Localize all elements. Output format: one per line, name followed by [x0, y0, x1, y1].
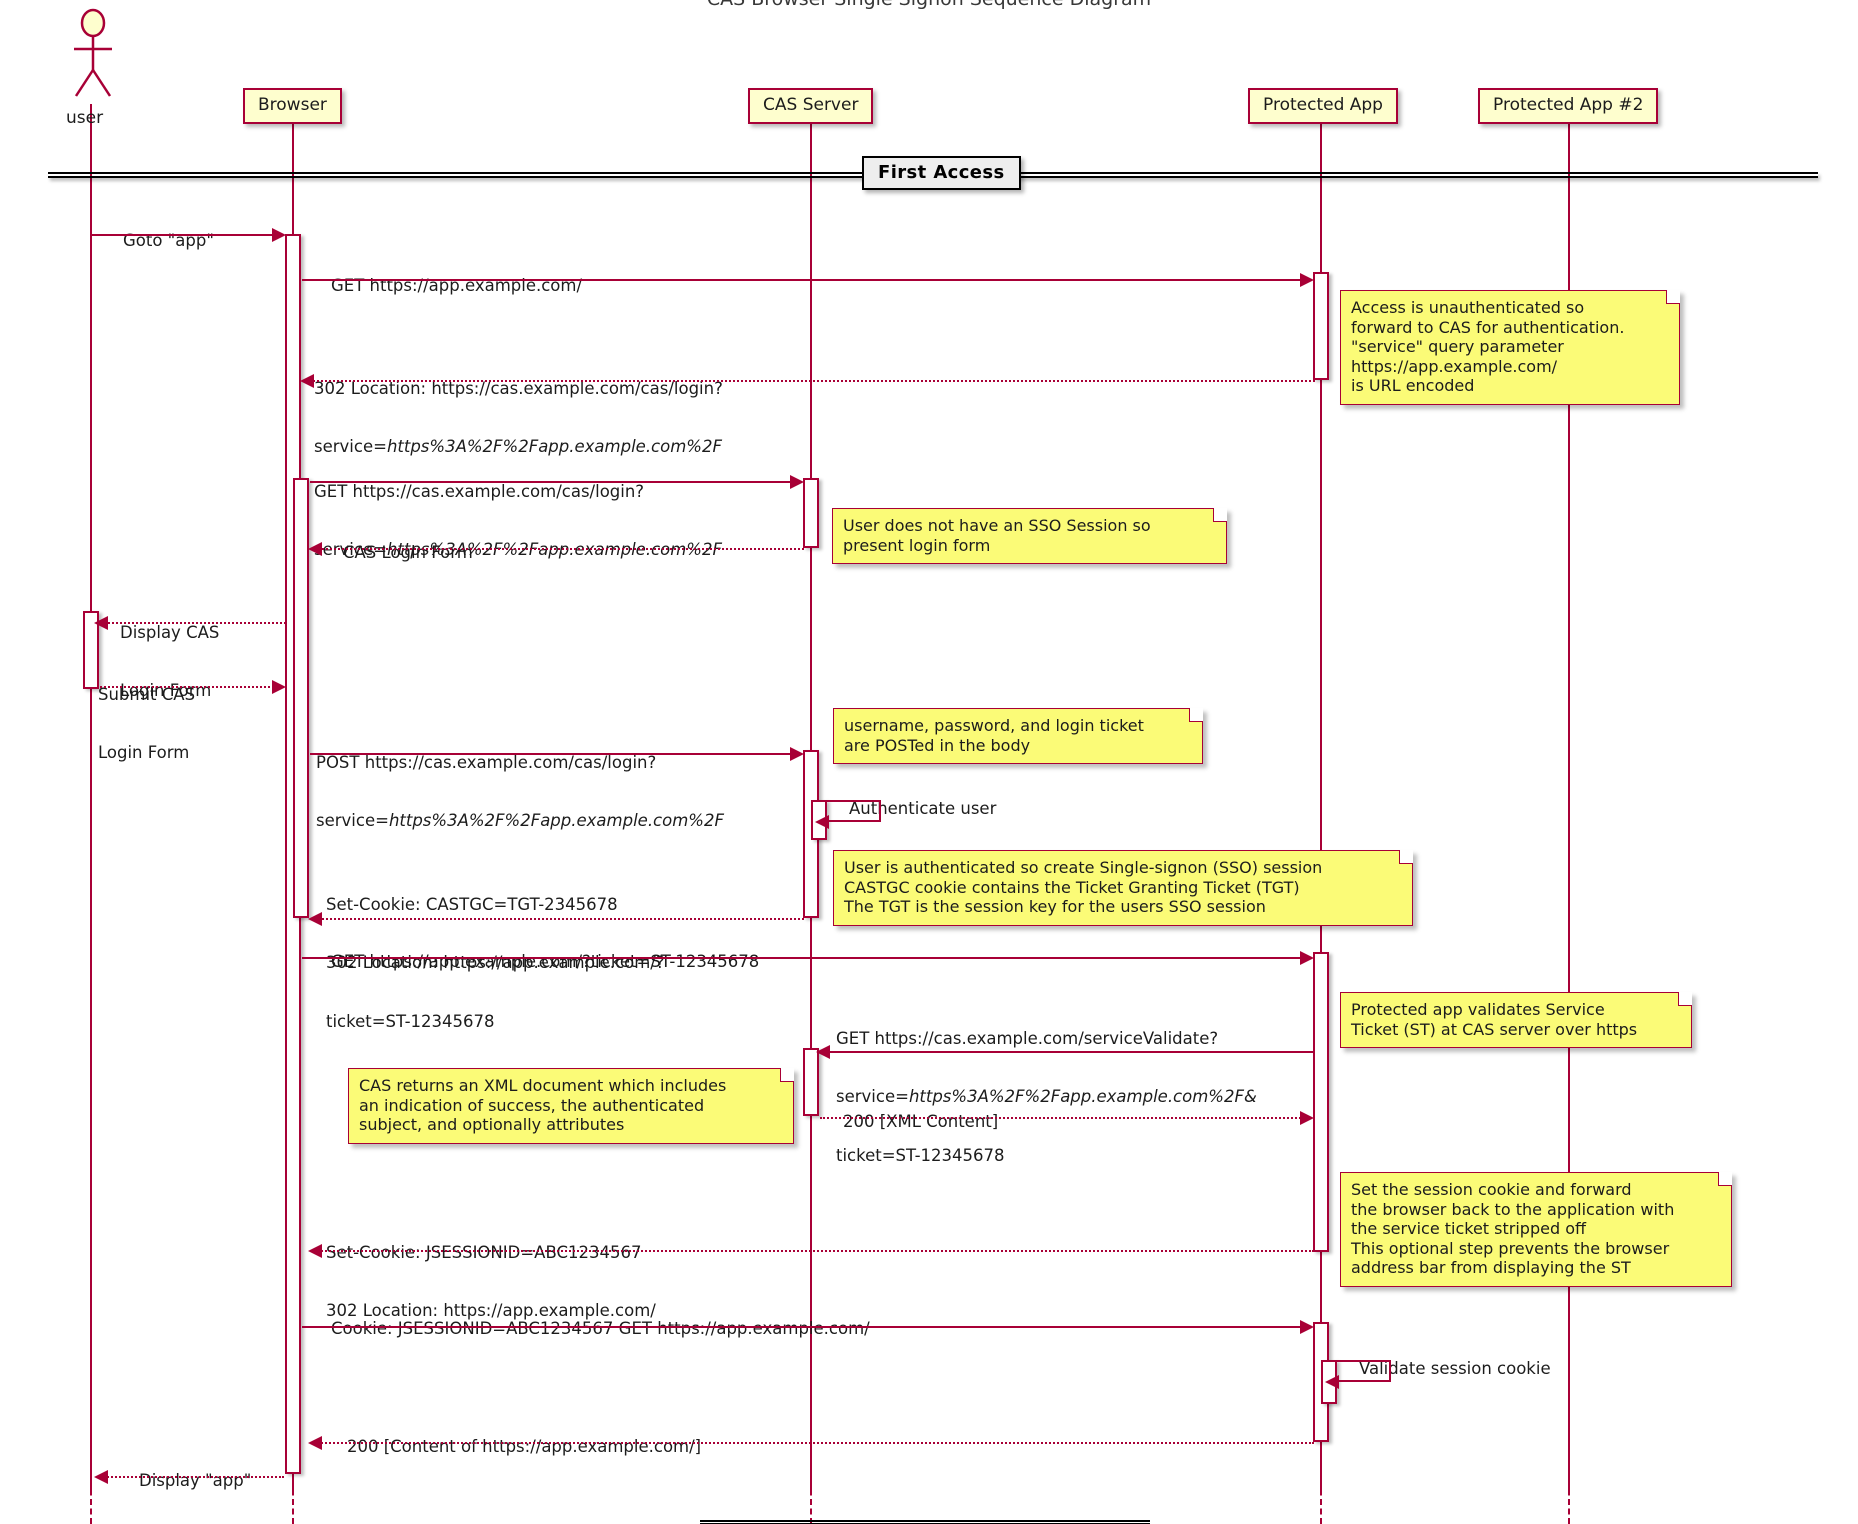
lifeline-protected-app-tail	[1320, 1480, 1322, 1524]
participant-protected-app-2[interactable]: Protected App #2	[1478, 88, 1659, 124]
message-arrowhead-m15	[1300, 1320, 1314, 1334]
participant-cas-server[interactable]: CAS Server	[748, 88, 874, 124]
actor-stick-figure-icon	[74, 8, 112, 97]
note-n5: Protected app validates Service Ticket (…	[1340, 992, 1692, 1049]
lifeline-browser-tail	[292, 1480, 294, 1524]
message-label-m5: CAS Login Form	[342, 543, 473, 563]
divider-label-first-access: First Access	[862, 156, 1021, 190]
message-arrowhead-m14	[308, 1244, 322, 1258]
lifeline-protected-app-2-tail	[1568, 1480, 1570, 1524]
message-line-m11	[302, 957, 1312, 959]
message-label-m1: Goto "app"	[122, 231, 214, 251]
activation-app-ticket	[1313, 952, 1329, 1252]
message-line-m13	[820, 1117, 1312, 1119]
message-line-m6	[104, 622, 286, 624]
message-label-m2: GET https://app.example.com/	[330, 276, 583, 296]
message-arrowhead-m11	[1300, 951, 1314, 965]
message-label-m18: Display "app"	[138, 1471, 252, 1491]
bottom-divider-rule	[700, 1520, 1150, 1524]
lifeline-cas-server-tail	[810, 1480, 812, 1524]
message-arrowhead-m7	[272, 680, 286, 694]
note-n1: Access is unauthenticated so forward to …	[1340, 290, 1680, 405]
actor-user	[62, 8, 124, 100]
message-line-m4	[310, 481, 800, 483]
message-line-m5	[318, 548, 804, 550]
message-selfloop-m9	[821, 800, 881, 822]
message-arrowhead-m2	[1300, 273, 1314, 287]
message-line-m10	[318, 918, 804, 920]
message-label-m13: 200 [XML Content]	[842, 1112, 999, 1132]
note-n4: User is authenticated so create Single-s…	[833, 850, 1413, 926]
message-arrowhead-m3	[300, 374, 314, 388]
message-line-m2	[302, 279, 1312, 281]
sequence-diagram-canvas: CAS Browser Single Signon Sequence Diagr…	[0, 0, 1858, 1524]
actor-user-label: user	[66, 108, 104, 128]
message-arrowhead-m5	[308, 542, 322, 556]
message-arrowhead-m4	[790, 475, 804, 489]
message-arrowhead-m9	[815, 815, 829, 829]
message-line-m14	[318, 1250, 1314, 1252]
activation-cas-login-form	[803, 478, 819, 548]
message-line-m1	[92, 234, 282, 236]
message-arrowhead-m6	[94, 616, 108, 630]
message-label-m7: Submit CAS Login Form	[98, 684, 196, 763]
diagram-title: CAS Browser Single Signon Sequence Diagr…	[0, 0, 1858, 10]
activation-app-first-get	[1313, 272, 1329, 380]
message-arrowhead-m8	[790, 747, 804, 761]
participant-protected-app[interactable]: Protected App	[1248, 88, 1398, 124]
message-line-m17	[318, 1442, 1314, 1444]
message-label-m11: GET https://app.example.com/?ticket=ST-1…	[330, 952, 760, 972]
note-n6: CAS returns an XML document which includ…	[348, 1068, 794, 1144]
message-arrowhead-m17	[308, 1436, 322, 1450]
lifeline-user-tail	[90, 1480, 92, 1524]
message-line-m3	[310, 380, 1315, 382]
message-line-m7	[100, 686, 282, 688]
message-line-m18	[104, 1476, 284, 1478]
message-arrowhead-m10	[308, 912, 322, 926]
activation-browser-nested	[293, 478, 309, 918]
message-line-m8	[310, 753, 800, 755]
message-line-m12	[826, 1051, 1314, 1053]
message-arrowhead-m18	[94, 1470, 108, 1484]
note-n2: User does not have an SSO Session so pre…	[832, 508, 1227, 565]
note-n3: username, password, and login ticket are…	[833, 708, 1203, 765]
note-n7: Set the session cookie and forward the b…	[1340, 1172, 1732, 1287]
lifeline-user	[90, 104, 92, 1494]
message-arrowhead-m16	[1325, 1375, 1339, 1389]
message-label-m8: POST https://cas.example.com/cas/login? …	[316, 752, 724, 831]
participant-browser[interactable]: Browser	[243, 88, 342, 124]
message-arrowhead-m1	[272, 228, 286, 242]
message-selfloop-m16	[1331, 1360, 1391, 1382]
message-label-m15: Cookie: JSESSIONID=ABC1234567 GET https:…	[330, 1319, 870, 1339]
message-label-m17: 200 [Content of https://app.example.com/…	[346, 1437, 702, 1457]
message-arrowhead-m13	[1300, 1111, 1314, 1125]
message-line-m15	[302, 1326, 1312, 1328]
message-arrowhead-m12	[816, 1045, 830, 1059]
